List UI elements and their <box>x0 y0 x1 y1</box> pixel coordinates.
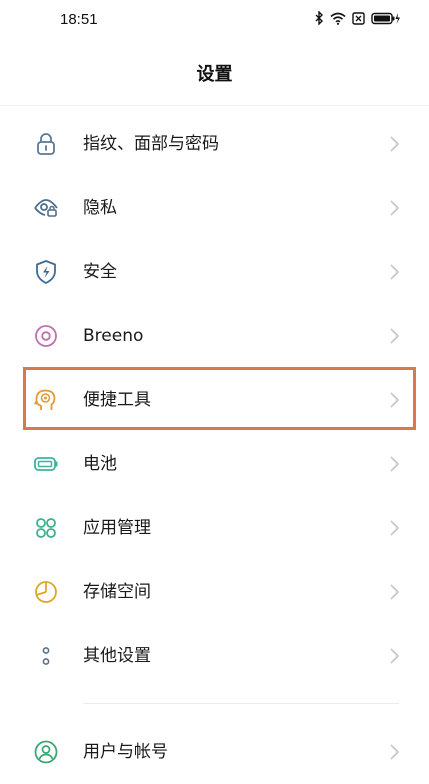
chevron-right-icon <box>389 390 401 410</box>
settings-item-other-settings[interactable]: 其他设置 <box>0 624 429 688</box>
chevron-right-icon <box>389 134 401 154</box>
settings-item-convenience-tools[interactable]: 便捷工具 <box>0 368 429 432</box>
eye-privacy-icon <box>33 195 59 221</box>
user-account-icon <box>33 739 59 765</box>
settings-item-label: 安全 <box>83 262 117 282</box>
more-dots-icon <box>33 643 59 669</box>
chevron-right-icon <box>389 326 401 346</box>
sim-icon <box>352 11 365 25</box>
head-tool-icon <box>33 387 59 413</box>
settings-item-label: 应用管理 <box>83 518 151 538</box>
breeno-icon <box>33 323 59 349</box>
bluetooth-icon <box>315 11 324 25</box>
settings-item-label: 用户与帐号 <box>83 742 168 762</box>
settings-item-label: 便捷工具 <box>83 390 151 410</box>
chevron-right-icon <box>389 454 401 474</box>
status-icons <box>315 11 401 25</box>
settings-item-storage[interactable]: 存储空间 <box>0 560 429 624</box>
settings-item-label: 存储空间 <box>83 582 151 602</box>
settings-item-label: 指纹、面部与密码 <box>83 134 219 154</box>
chevron-right-icon <box>389 646 401 666</box>
settings-list: 指纹、面部与密码 隐私 安全 Breeno 便捷工具 电池 应用管理 存储空间 … <box>0 112 429 688</box>
settings-item-label: 电池 <box>83 454 117 474</box>
settings-item-app-management[interactable]: 应用管理 <box>0 496 429 560</box>
settings-item-security[interactable]: 安全 <box>0 240 429 304</box>
settings-item-user-account[interactable]: 用户与帐号 <box>0 720 429 784</box>
header-divider <box>0 105 429 106</box>
settings-item-privacy[interactable]: 隐私 <box>0 176 429 240</box>
storage-pie-icon <box>33 579 59 605</box>
chevron-right-icon <box>389 198 401 218</box>
lock-icon <box>33 131 59 157</box>
chevron-right-icon <box>389 262 401 282</box>
settings-item-label: 隐私 <box>83 198 117 218</box>
settings-item-fingerprint-face-password[interactable]: 指纹、面部与密码 <box>0 112 429 176</box>
battery-setting-icon <box>33 451 59 477</box>
settings-item-label: 其他设置 <box>83 646 151 666</box>
section-divider <box>83 703 399 704</box>
page-title: 设置 <box>196 64 233 85</box>
chevron-right-icon <box>389 742 401 762</box>
chevron-right-icon <box>389 518 401 538</box>
battery-icon <box>371 12 401 25</box>
settings-item-label: Breeno <box>83 326 144 346</box>
chevron-right-icon <box>389 582 401 602</box>
apps-grid-icon <box>33 515 59 541</box>
settings-item-battery[interactable]: 电池 <box>0 432 429 496</box>
settings-item-breeno[interactable]: Breeno <box>0 304 429 368</box>
wifi-icon <box>330 12 346 25</box>
status-time: 18:51 <box>60 11 98 28</box>
status-bar: 18:51 <box>0 0 429 44</box>
shield-icon <box>33 259 59 285</box>
